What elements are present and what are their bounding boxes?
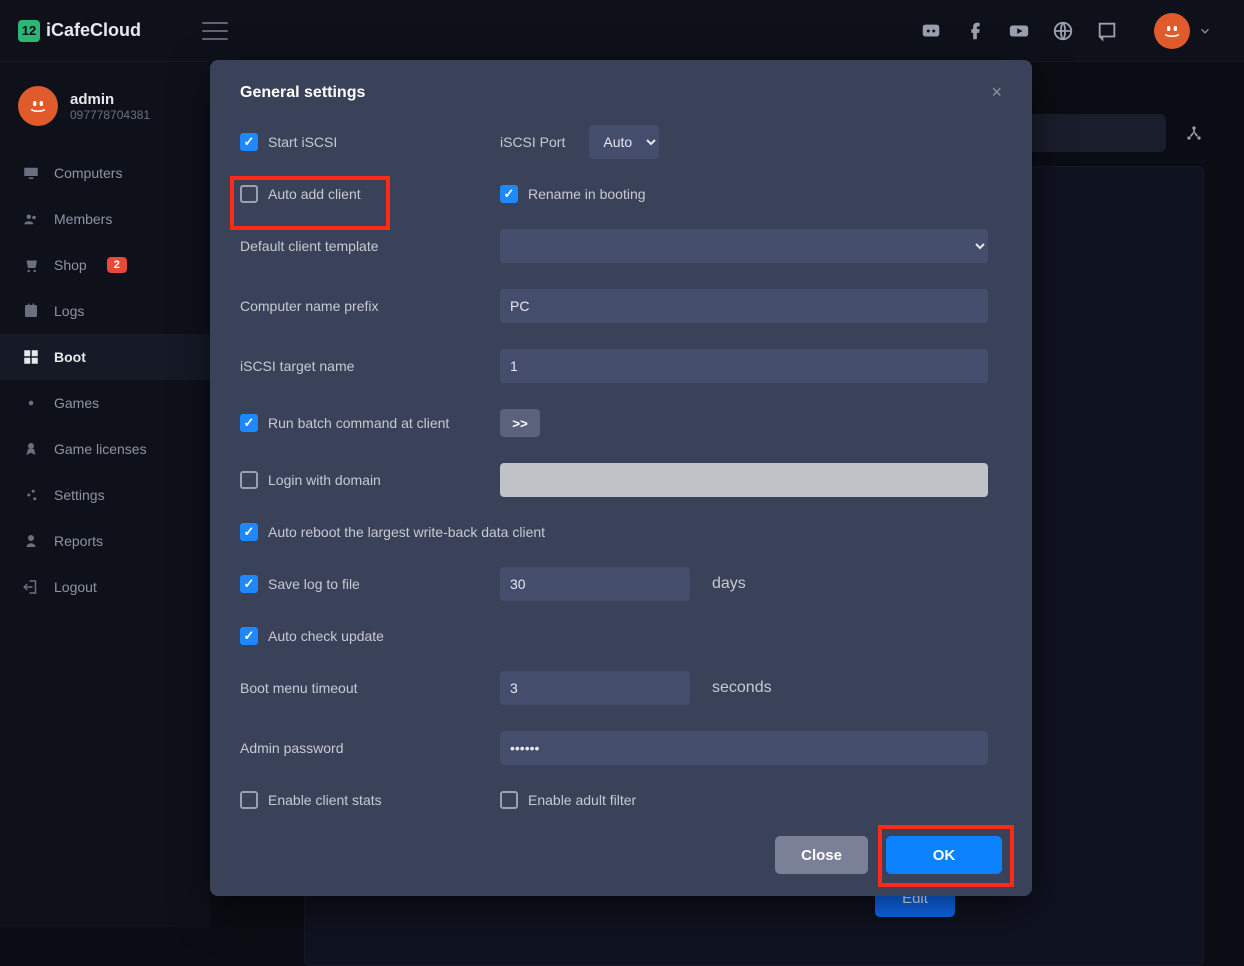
save-log-checkbox[interactable]: Save log to file [240,575,500,593]
default-client-template-select[interactable] [500,229,988,263]
auto-add-client-checkbox[interactable]: Auto add client [240,185,500,203]
iscsi-target-name-input[interactable] [500,349,988,383]
login-with-domain-checkbox[interactable]: Login with domain [240,471,500,489]
sidebar-item-label: Reports [54,533,103,549]
auto-reboot-checkbox[interactable]: Auto reboot the largest write-back data … [240,523,1002,541]
facebook-icon[interactable] [964,20,986,42]
enable-adult-filter-label: Enable adult filter [528,792,636,808]
brand-logo[interactable]: 12 iCafeCloud [18,20,141,42]
user-block[interactable]: admin 097778704381 [0,70,210,142]
sidebar-item-shop[interactable]: Shop 2 [0,242,210,288]
globe-icon[interactable] [1052,20,1074,42]
sidebar-item-logs[interactable]: Logs [0,288,210,334]
sidebar-item-label: Boot [54,349,86,365]
run-batch-label: Run batch command at client [268,415,449,431]
general-settings-modal: General settings × Start iSCSI iSCSI Por… [210,60,1032,896]
start-iscsi-checkbox[interactable]: Start iSCSI [240,133,500,151]
auto-check-update-label: Auto check update [268,628,384,644]
auto-check-update-checkbox[interactable]: Auto check update [240,627,1002,645]
default-client-template-label: Default client template [240,238,500,254]
start-iscsi-label: Start iSCSI [268,134,337,150]
sidebar-item-label: Members [54,211,112,227]
youtube-icon[interactable] [1008,20,1030,42]
boot-menu-timeout-unit: seconds [712,679,772,697]
save-log-days-input[interactable] [500,567,690,601]
rename-in-booting-checkbox[interactable]: Rename in booting [500,185,1002,203]
rename-in-booting-label: Rename in booting [528,186,646,202]
user-id: 097778704381 [70,108,150,122]
iscsi-port-select[interactable]: Auto [589,125,659,159]
sidebar-item-label: Shop [54,257,87,273]
avatar-icon [1154,13,1190,49]
avatar-icon [18,86,58,126]
sidebar-item-label: Computers [54,165,122,181]
sidebar-item-members[interactable]: Members [0,196,210,242]
auto-add-client-label: Auto add client [268,186,361,202]
iscsi-port-label: iSCSI Port [500,134,565,150]
sidebar-item-computers[interactable]: Computers [0,150,210,196]
boot-menu-timeout-label: Boot menu timeout [240,680,500,696]
boot-menu-timeout-input[interactable] [500,671,690,705]
login-with-domain-label: Login with domain [268,472,381,488]
user-name: admin [70,91,150,108]
sidebar-item-label: Game licenses [54,441,147,457]
domain-input [500,463,988,497]
sidebar-item-reports[interactable]: Reports [0,518,210,564]
enable-client-stats-label: Enable client stats [268,792,382,808]
sidebar-item-games[interactable]: Games [0,380,210,426]
shop-badge: 2 [107,257,127,273]
batch-expand-button[interactable]: >> [500,409,540,437]
sidebar-item-label: Settings [54,487,105,503]
brand-name: iCafeCloud [46,20,141,41]
sidebar-item-settings[interactable]: Settings [0,472,210,518]
ok-button[interactable]: OK [886,836,1002,874]
docs-icon[interactable] [1096,20,1118,42]
sidebar-item-logout[interactable]: Logout [0,564,210,610]
sidebar: admin 097778704381 Computers Members Sho… [0,62,210,927]
run-batch-checkbox[interactable]: Run batch command at client [240,414,500,432]
hamburger-icon[interactable] [202,22,228,40]
computer-name-prefix-label: Computer name prefix [240,298,500,314]
auto-reboot-label: Auto reboot the largest write-back data … [268,524,545,540]
modal-title: General settings [240,84,365,102]
close-icon[interactable]: × [991,82,1002,103]
sidebar-item-label: Logs [54,303,84,319]
admin-password-input[interactable] [500,731,988,765]
close-button[interactable]: Close [775,836,868,874]
computer-name-prefix-input[interactable] [500,289,988,323]
sidebar-item-label: Games [54,395,99,411]
admin-password-label: Admin password [240,740,500,756]
brand-mark-icon: 12 [18,20,40,42]
enable-adult-filter-checkbox[interactable]: Enable adult filter [500,791,1002,809]
save-log-unit: days [712,575,746,593]
iscsi-target-name-label: iSCSI target name [240,358,500,374]
sidebar-item-label: Logout [54,579,97,595]
sidebar-item-boot[interactable]: Boot [0,334,210,380]
user-menu[interactable] [1154,13,1212,49]
chevron-down-icon [1198,24,1212,38]
sidebar-item-game-licenses[interactable]: Game licenses [0,426,210,472]
save-log-label: Save log to file [268,576,360,592]
topbar: 12 iCafeCloud [0,0,1244,62]
discord-icon[interactable] [920,20,942,42]
enable-client-stats-checkbox[interactable]: Enable client stats [240,791,500,809]
network-icon[interactable] [1184,123,1204,143]
